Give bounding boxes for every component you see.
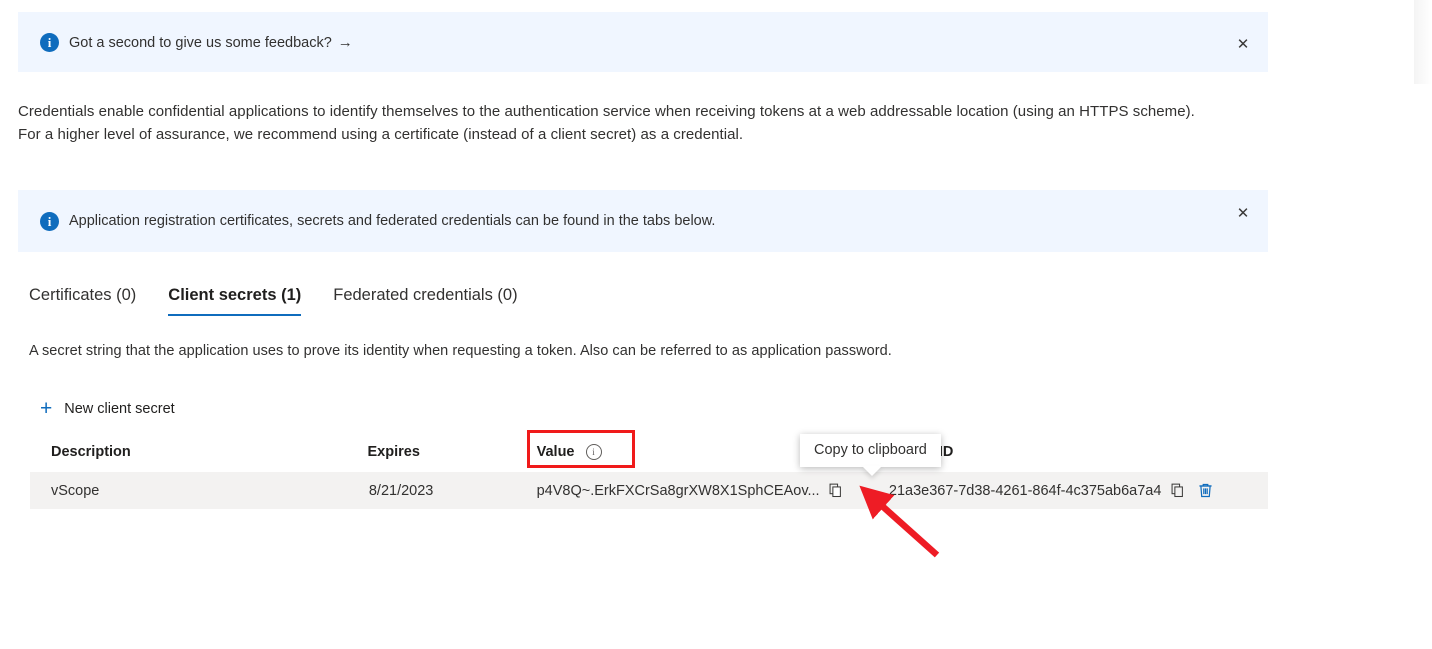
tabs-info-banner: i Application registration certificates,… <box>18 190 1268 252</box>
tab-list: Certificates (0) Client secrets (1) Fede… <box>29 286 518 316</box>
cell-expires: 8/21/2023 <box>368 482 434 499</box>
plus-icon: + <box>40 397 53 420</box>
delete-icon[interactable] <box>1193 479 1217 503</box>
feedback-link[interactable]: Got a second to give us some feedback? <box>69 35 332 51</box>
cell-value: p4V8Q~.ErkFXCrSa8grXW8X1SphCEAov... <box>518 479 874 503</box>
secret-id-text: 21a3e367-7d38-4261-864f-4c375ab6a7a4 <box>888 482 1162 499</box>
cell-description: vScope <box>51 482 100 499</box>
client-secrets-table: Description Expires Value i Secret ID vS… <box>30 432 1268 509</box>
cell-secret-id: 21a3e367-7d38-4261-864f-4c375ab6a7a4 <box>874 479 1268 503</box>
copy-secret-id-icon[interactable] <box>1165 479 1189 503</box>
secret-value-text: p4V8Q~.ErkFXCrSa8grXW8X1SphCEAov... <box>536 482 820 499</box>
intro-paragraph: Credentials enable confidential applicat… <box>18 103 1195 143</box>
copy-value-icon[interactable] <box>824 479 848 503</box>
tooltip-arrow <box>862 466 882 476</box>
table-row[interactable]: vScope 8/21/2023 p4V8Q~.ErkFXCrSa8grXW8X… <box>30 472 1268 509</box>
info-icon: i <box>40 211 59 231</box>
secrets-description: A secret string that the application use… <box>29 343 892 359</box>
close-icon[interactable]: ✕ <box>1230 200 1256 226</box>
tab-certificates[interactable]: Certificates (0) <box>29 286 136 316</box>
column-header-description[interactable]: Description <box>30 444 368 460</box>
column-header-value-label: Value <box>536 444 575 460</box>
tooltip-text: Copy to clipboard <box>814 442 927 458</box>
info-icon: i <box>40 32 59 52</box>
tabs-info-banner-content: i Application registration certificates,… <box>18 211 716 231</box>
arrow-right-icon[interactable]: → <box>338 34 353 51</box>
tab-federated-credentials[interactable]: Federated credentials (0) <box>333 286 517 316</box>
tab-client-secrets[interactable]: Client secrets (1) <box>168 286 301 316</box>
page-edge-shadow <box>1414 0 1432 84</box>
tabs-info-banner-text: Application registration certificates, s… <box>69 213 716 229</box>
new-client-secret-button[interactable]: + New client secret <box>38 394 181 423</box>
new-client-secret-label: New client secret <box>64 400 175 417</box>
column-header-expires[interactable]: Expires <box>368 444 516 460</box>
table-header-row: Description Expires Value i Secret ID <box>30 432 1268 472</box>
close-icon[interactable]: ✕ <box>1230 31 1256 57</box>
feedback-banner-content: i Got a second to give us some feedback?… <box>18 32 353 52</box>
copy-to-clipboard-tooltip: Copy to clipboard <box>800 434 941 476</box>
feedback-banner: i Got a second to give us some feedback?… <box>18 12 1268 72</box>
feedback-banner-text: Got a second to give us some feedback? → <box>69 34 353 51</box>
info-icon[interactable]: i <box>585 444 602 460</box>
